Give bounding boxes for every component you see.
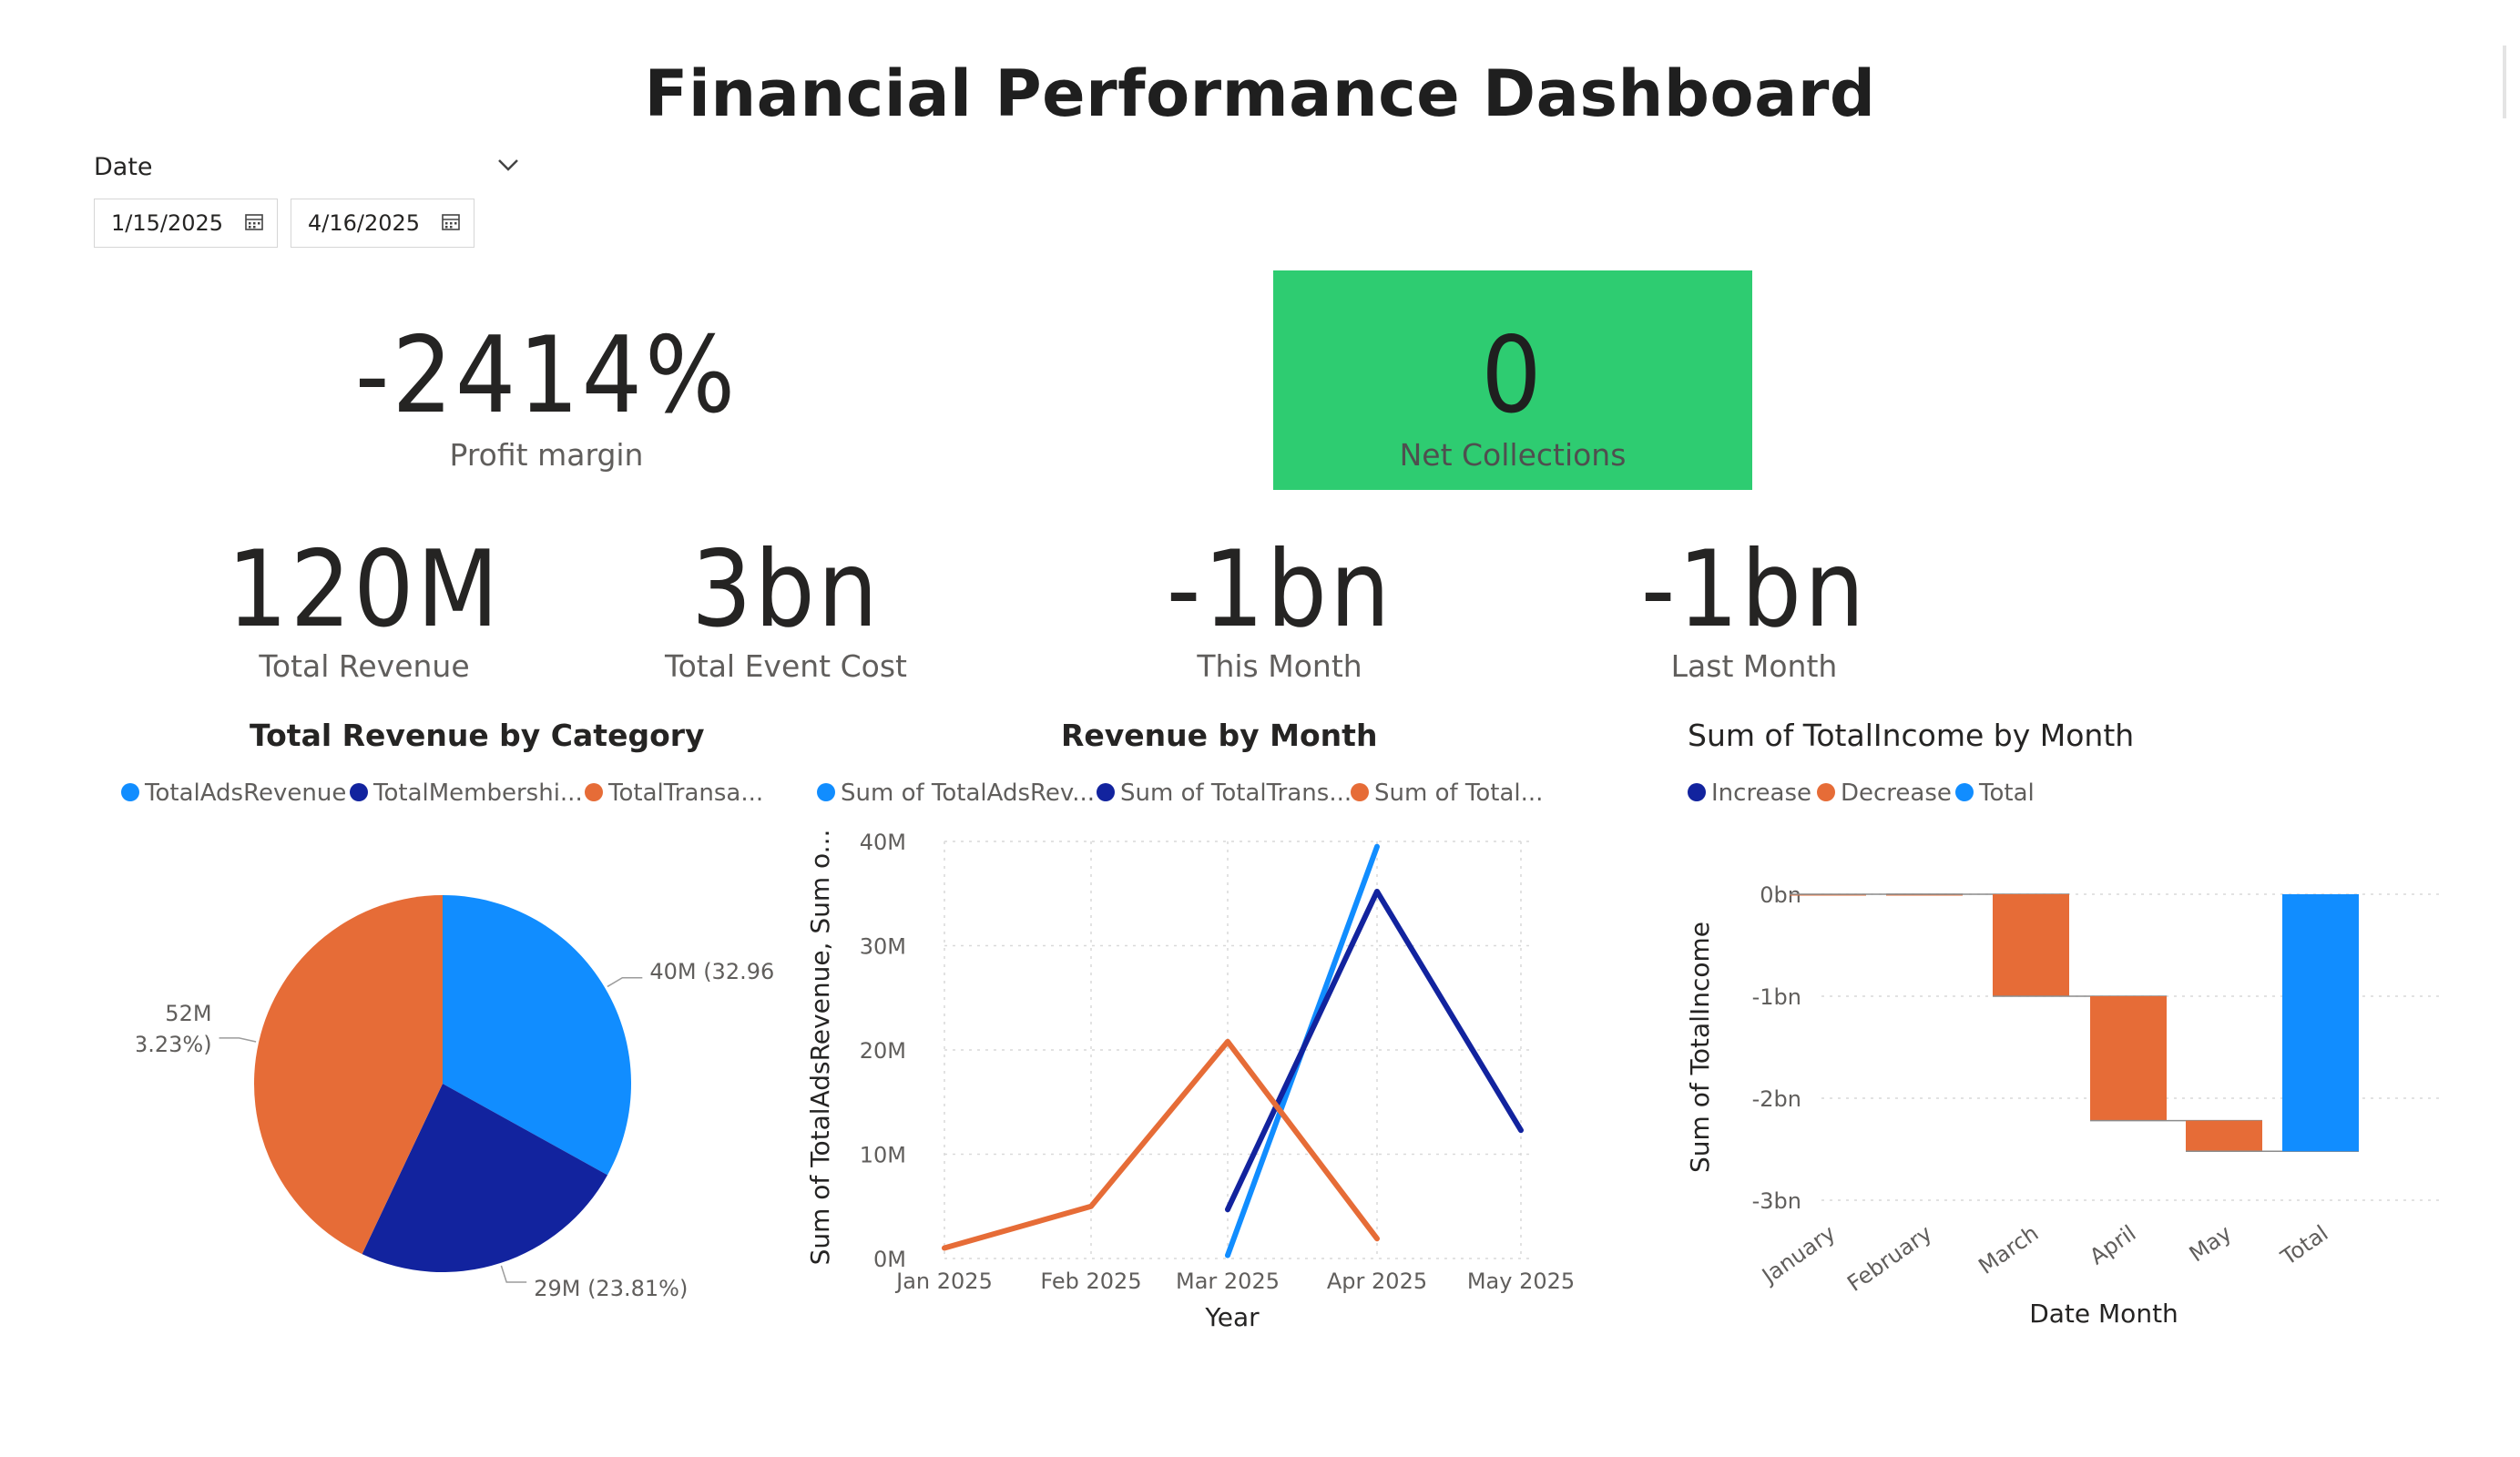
x-tick-label: April (2085, 1220, 2140, 1269)
this-month-value: -1bn (1166, 528, 1393, 651)
total-revenue-value: 120M (227, 528, 502, 651)
y-tick-label: -3bn (1752, 1188, 1801, 1214)
legend-dot (1817, 782, 1835, 801)
this-month-label: This Month (1197, 648, 1362, 684)
pie-chart[interactable]: 40M (32.96%) 29M (23.81%) 52M (43.23%) (137, 847, 774, 1330)
legend-label: Decrease (1841, 779, 1952, 807)
series-line (942, 1038, 1380, 1251)
pie-data-label: 40M (32.96%) (649, 959, 774, 984)
series-line (1225, 888, 1524, 1213)
pie-data-label: 52M (165, 1001, 211, 1026)
net-collections-value: 0 (1481, 314, 1545, 437)
profit-margin-value: -2414% (354, 314, 739, 437)
total-revenue-label: Total Revenue (259, 648, 470, 684)
date-end-value: 4/16/2025 (308, 210, 421, 236)
date-slicer-label: Date (94, 153, 153, 181)
waterfall-chart-title: Sum of TotalIncome by Month (1688, 718, 2135, 753)
pie-chart-title: Total Revenue by Category (250, 718, 705, 753)
legend-label: Sum of TotalTrans... (1120, 779, 1352, 807)
line-legend-ads[interactable]: Sum of TotalAdsRev... (817, 779, 1095, 807)
waterfall-legend-increase[interactable]: Increase (1688, 779, 1811, 807)
legend-dot (1688, 782, 1706, 801)
y-tick-label: -2bn (1752, 1086, 1801, 1112)
x-tick-label: Feb 2025 (1040, 1269, 1141, 1294)
x-tick-label: May (2185, 1220, 2237, 1267)
date-start-value: 1/15/2025 (111, 210, 224, 236)
pie-legend-transactions[interactable]: TotalTransa... (585, 779, 763, 807)
date-end-input[interactable]: 4/16/2025 (291, 199, 474, 248)
x-axis-title: Year (1204, 1302, 1260, 1332)
legend-dot (1955, 782, 1974, 801)
pie-legend-ads[interactable]: TotalAdsRevenue (121, 779, 346, 807)
legend-label: TotalTransa... (608, 779, 764, 807)
line-legend-trans[interactable]: Sum of TotalTrans... (1097, 779, 1352, 807)
waterfall-bar (2090, 996, 2167, 1121)
x-tick-label: March (1974, 1220, 2043, 1279)
profit-margin-label: Profit margin (449, 437, 644, 473)
total-event-cost-label: Total Event Cost (665, 648, 907, 684)
legend-label: TotalMembershi... (373, 779, 583, 807)
legend-label: Sum of Total... (1374, 779, 1544, 807)
legend-dot (350, 782, 368, 801)
y-tick-label: 30M (860, 934, 906, 960)
pie-leader-line (500, 1265, 527, 1283)
total-event-cost-value: 3bn (691, 528, 881, 651)
line-chart-title: Revenue by Month (1061, 718, 1378, 753)
waterfall-bar (2186, 1120, 2262, 1152)
x-axis-title: Date Month (2029, 1299, 2178, 1329)
pie-data-label: (43.23%) (137, 1032, 212, 1057)
pie-legend-membership[interactable]: TotalMembershi... (350, 779, 583, 807)
legend-label: Increase (1711, 779, 1812, 807)
legend-dot (121, 782, 139, 801)
waterfall-legend-decrease[interactable]: Decrease (1817, 779, 1952, 807)
legend-label: Sum of TotalAdsRev... (841, 779, 1096, 807)
net-collections-card: 0 Net Collections (1273, 270, 1752, 490)
date-start-input[interactable]: 1/15/2025 (94, 199, 278, 248)
legend-dot (817, 782, 835, 801)
calendar-icon[interactable] (244, 212, 264, 232)
y-axis-title: Sum of TotalAdsRevenue, Sum o... (805, 830, 835, 1266)
legend-dot (1097, 782, 1115, 801)
y-axis-title: Sum of TotalIncome (1685, 922, 1715, 1173)
y-tick-label: -1bn (1752, 984, 1801, 1010)
x-tick-label: Total (2276, 1220, 2333, 1271)
line-legend-total[interactable]: Sum of Total... (1351, 779, 1543, 807)
page-title: Financial Performance Dashboard (644, 56, 1876, 131)
pie-leader-line (607, 977, 643, 988)
y-tick-label: 20M (860, 1038, 906, 1064)
pie-leader-line (219, 1037, 257, 1043)
last-month-value: -1bn (1640, 528, 1868, 651)
scrollbar[interactable] (2503, 46, 2506, 118)
waterfall-legend-total[interactable]: Total (1955, 779, 2035, 807)
x-tick-label: Jan 2025 (894, 1269, 993, 1294)
net-collections-label: Net Collections (1399, 437, 1627, 473)
x-tick-label: January (1756, 1220, 1840, 1289)
last-month-label: Last Month (1670, 648, 1838, 684)
legend-label: TotalAdsRevenue (145, 779, 347, 807)
waterfall-bar (1993, 894, 2069, 996)
x-tick-label: Mar 2025 (1176, 1269, 1280, 1294)
line-chart[interactable]: 0M10M20M30M40MJan 2025 Feb 2025 Mar 2025 Ap… (801, 820, 1603, 1339)
waterfall-chart[interactable]: 0bn-1bn-2bn-3bnJanuary February March April… (1676, 820, 2459, 1339)
legend-label: Total (1979, 779, 2035, 807)
calendar-icon[interactable] (441, 212, 461, 232)
x-tick-label: May 2025 (1467, 1269, 1575, 1294)
legend-dot (1351, 782, 1369, 801)
legend-dot (585, 782, 603, 801)
x-tick-label: February (1842, 1220, 1936, 1297)
chevron-down-icon[interactable] (492, 149, 525, 182)
y-tick-label: 10M (860, 1143, 906, 1168)
x-tick-label: Apr 2025 (1327, 1269, 1427, 1294)
waterfall-bar (2282, 894, 2359, 1152)
y-tick-label: 40M (860, 830, 906, 855)
pie-data-label: 29M (23.81%) (534, 1276, 688, 1301)
